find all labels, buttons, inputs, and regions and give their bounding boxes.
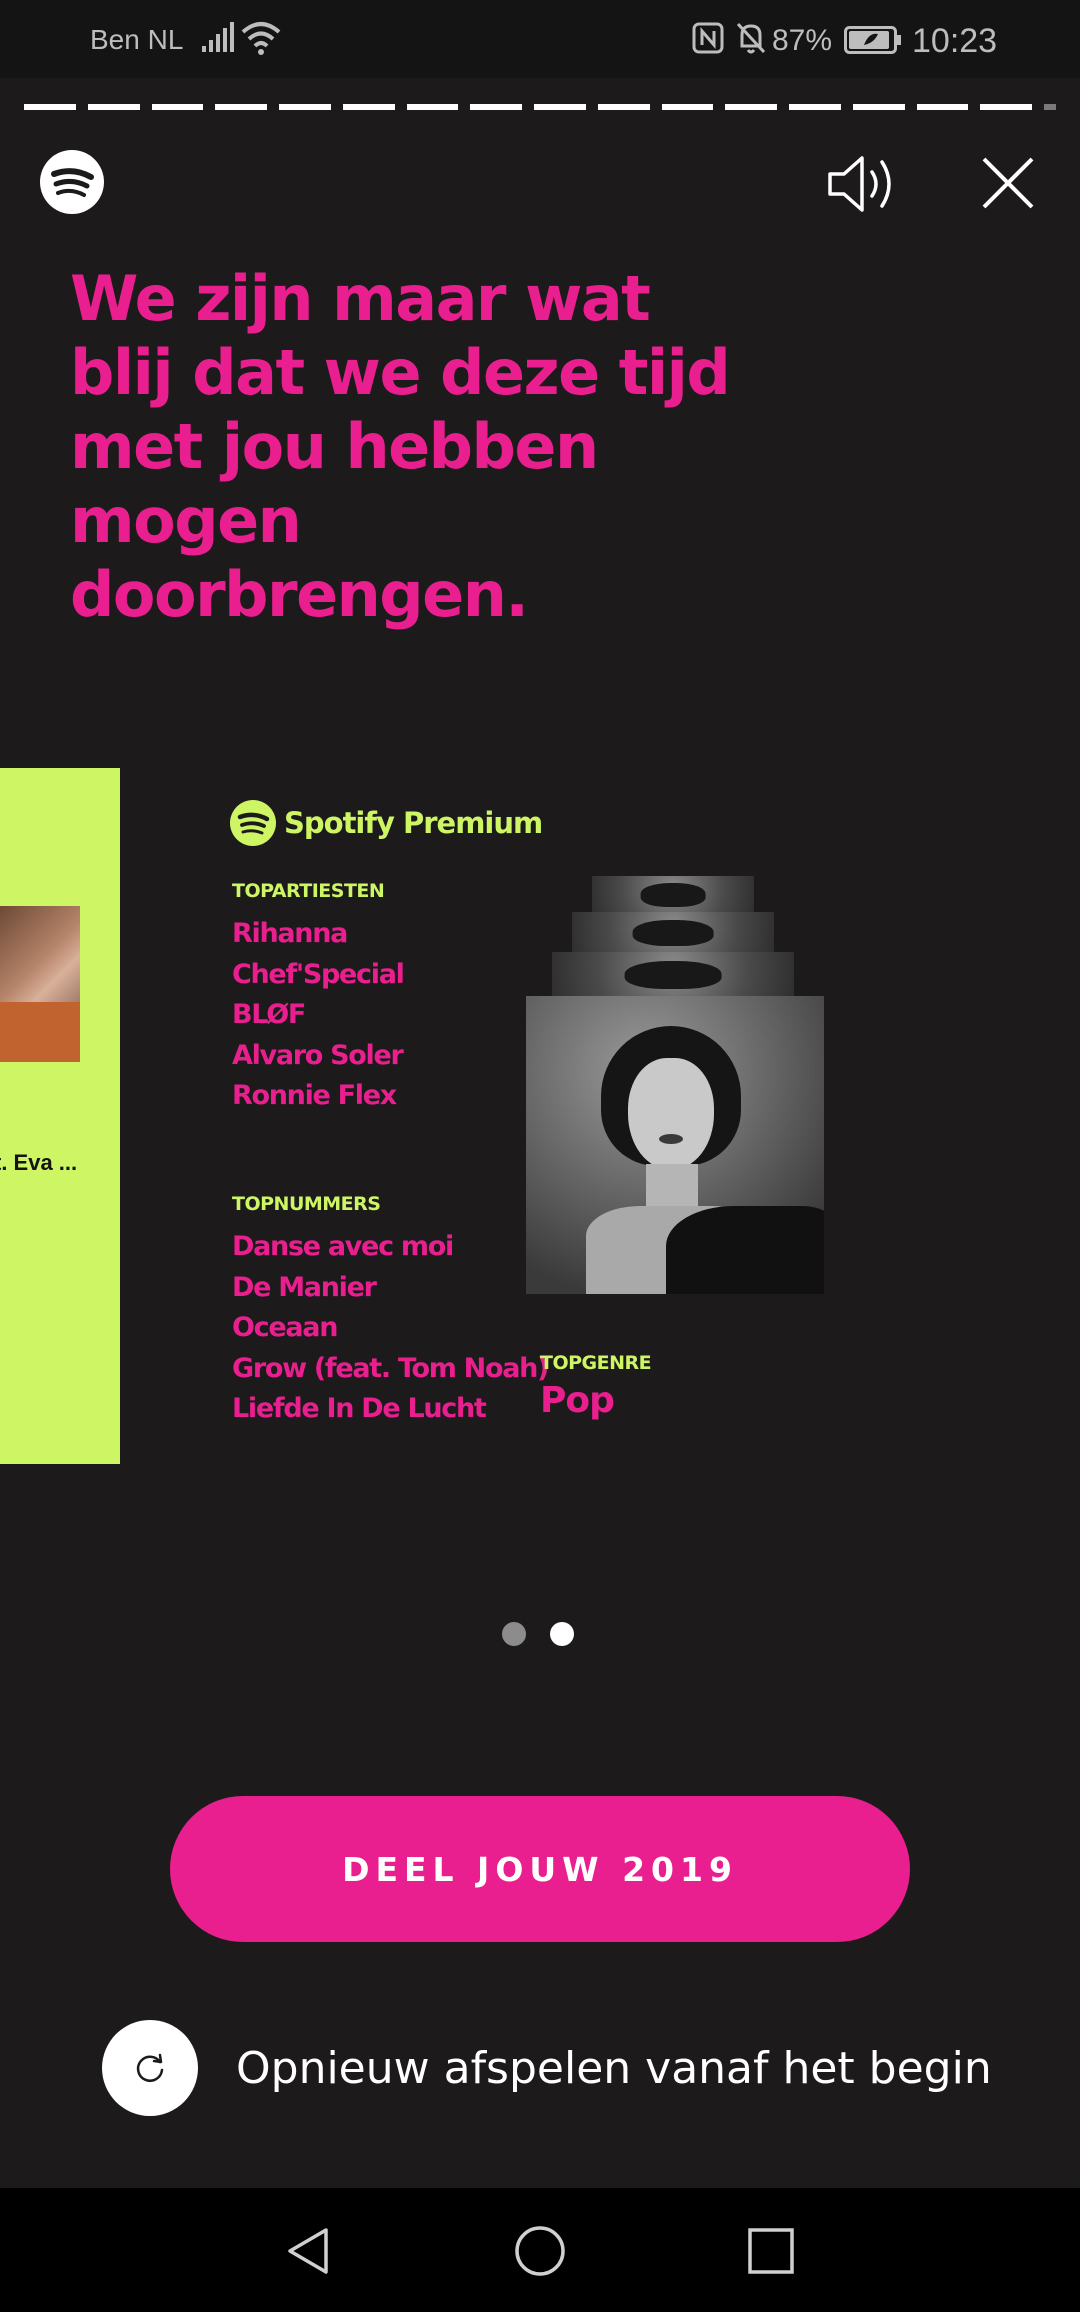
story-progress-segment <box>342 104 395 110</box>
spotify-premium-brand: Spotify Premium <box>230 800 543 846</box>
nfc-icon <box>692 22 724 54</box>
top-songs-list: Danse avec moi De Manier Oceaan Grow (feat.… <box>232 1227 549 1430</box>
artist-image-stack <box>526 876 848 1306</box>
spotify-logo-icon <box>230 800 276 846</box>
recents-icon[interactable] <box>744 2224 798 2278</box>
top-artist-item: Ronnie Flex <box>232 1080 397 1111</box>
system-nav-bar <box>0 2188 1080 2312</box>
top-genre-value: Pop <box>540 1380 615 1421</box>
top-song-item: Grow (feat. Tom Noah) <box>232 1352 549 1384</box>
page-dot-active[interactable] <box>550 1622 574 1646</box>
battery-icon <box>844 26 901 54</box>
story-progress-segment <box>87 104 140 110</box>
top-song-item: Danse avec moi <box>232 1231 454 1262</box>
artist-image-layer <box>552 952 794 1000</box>
headline: We zijn maar wat blij dat we deze tijd m… <box>70 262 731 631</box>
top-artist-item: Rihanna <box>232 918 348 949</box>
artist-image-layer <box>592 876 754 916</box>
artist-photo <box>0 906 80 1062</box>
top-artist-item: BLØF <box>232 999 306 1030</box>
story-progress-segment <box>151 104 204 110</box>
top-genre-label: TOPGENRE <box>540 1352 652 1374</box>
replay-icon <box>136 2053 164 2082</box>
close-icon[interactable] <box>980 155 1036 211</box>
status-bar: Ben NL 87% 10:23 <box>0 0 1080 78</box>
story-progress-segment <box>1044 104 1056 110</box>
top-artist-item: Chef'Special <box>232 958 405 990</box>
story-progress-segment <box>470 104 522 110</box>
battery-percent: 87% <box>772 24 833 57</box>
story-progress-segment <box>661 104 714 110</box>
signal-icon <box>202 22 234 52</box>
story-progress-segment <box>24 104 76 110</box>
top-song-item: Oceaan <box>232 1312 338 1343</box>
story-progress-segment <box>215 104 267 110</box>
carrier-name: Ben NL <box>90 24 184 55</box>
top-artist-photo <box>526 996 824 1294</box>
brand-label: Spotify Premium <box>284 806 543 840</box>
page-dot[interactable] <box>502 1622 526 1646</box>
story-progress-segment <box>980 104 1032 110</box>
artist-image-layer <box>572 912 774 956</box>
spotify-logo-icon <box>40 150 104 214</box>
story-progress-segment <box>916 104 969 110</box>
volume-icon[interactable] <box>826 152 900 216</box>
wifi-icon <box>241 22 281 55</box>
wrapped-summary-card[interactable]: Spotify Premium TOPARTIESTEN Rihanna Chef… <box>230 800 870 1440</box>
story-progress-segment <box>725 104 777 110</box>
story-progress-bar <box>24 104 1056 110</box>
home-icon[interactable] <box>513 2224 567 2278</box>
top-song-item: De Manier <box>232 1271 377 1303</box>
story-progress-segment <box>534 104 586 110</box>
top-artists-label: TOPARTIESTEN <box>232 880 385 902</box>
story-progress-segment <box>279 104 331 110</box>
back-icon[interactable] <box>282 2224 336 2278</box>
clock: 10:23 <box>912 22 998 60</box>
previous-share-card[interactable]: t. Eva ... <box>0 768 120 1464</box>
top-artists-list: Rihanna Chef'Special BLØF Alvaro Soler Ronni… <box>232 914 405 1117</box>
top-artist-item: Alvaro Soler <box>232 1039 404 1071</box>
share-button[interactable]: DEEL JOUW 2019 <box>170 1796 910 1942</box>
story-progress-segment <box>597 104 650 110</box>
story-progress-segment <box>852 104 905 110</box>
top-song-item: Liefde In De Lucht <box>232 1393 487 1424</box>
replay-label: Opnieuw afspelen vanaf het begin <box>236 2042 992 2094</box>
bell-muted-icon <box>736 22 766 54</box>
replay-button[interactable] <box>102 2020 198 2116</box>
top-songs-label: TOPNUMMERS <box>232 1193 381 1215</box>
previous-card-label: t. Eva ... <box>0 1150 78 1175</box>
replay-row[interactable]: Opnieuw afspelen vanaf het begin <box>102 2020 992 2116</box>
page-indicator <box>502 1622 574 1646</box>
story-progress-segment <box>789 104 841 110</box>
story-progress-segment <box>406 104 459 110</box>
